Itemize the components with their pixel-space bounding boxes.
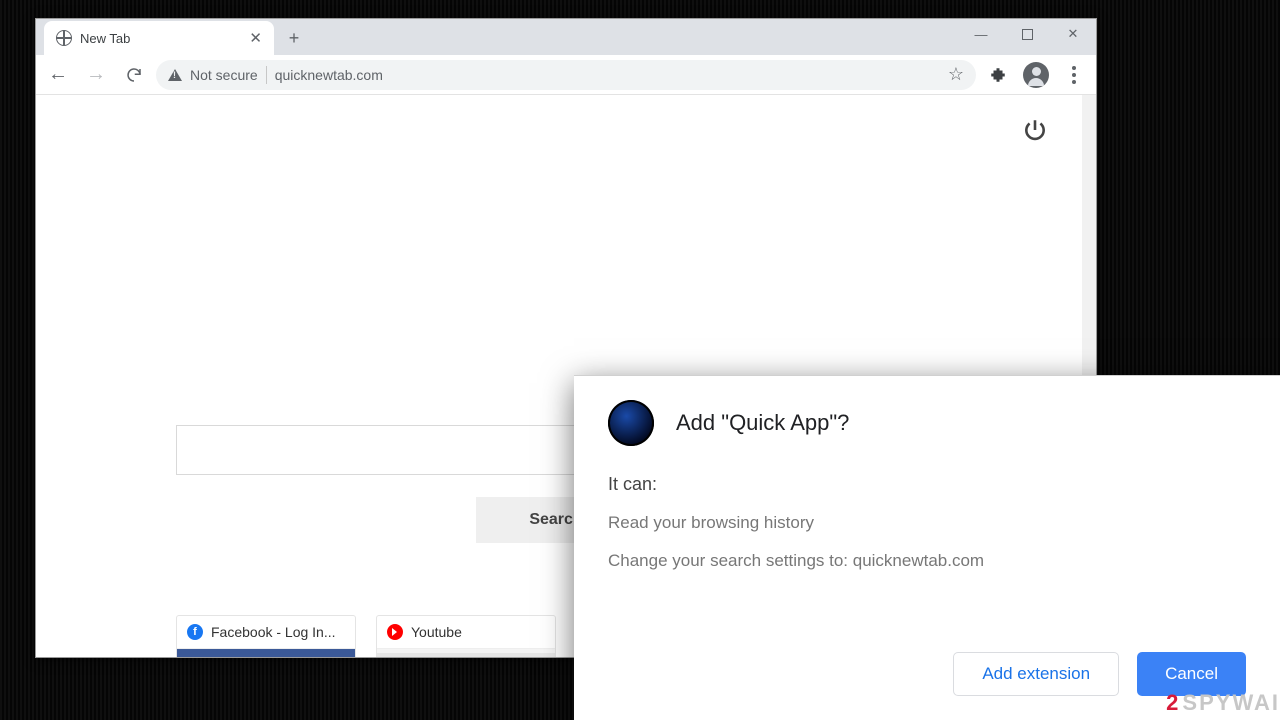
extension-install-dialog: Add "Quick App"? It can: Read your brows… <box>574 375 1280 720</box>
quicklinks: f Facebook - Log In... Youtube <box>176 615 636 657</box>
forward-button[interactable]: → <box>80 59 112 91</box>
dialog-permission: Change your search settings to: quicknew… <box>608 551 1246 571</box>
quicklink-preview <box>377 649 555 657</box>
tab-close-icon[interactable]: ✕ <box>249 29 262 47</box>
quicklink-label: Youtube <box>411 624 462 640</box>
watermark-text: SPYWAI <box>1182 690 1280 716</box>
address-bar[interactable]: Not secure quicknewtab.com ☆ <box>156 60 976 90</box>
browser-tab[interactable]: New Tab ✕ <box>44 21 274 55</box>
window-close-button[interactable]: ✕ <box>1050 19 1096 49</box>
tab-title: New Tab <box>80 31 130 46</box>
globe-icon <box>56 30 72 46</box>
menu-dots-icon <box>1072 66 1076 84</box>
window-maximize-button[interactable] <box>1004 19 1050 49</box>
quicklink-preview <box>177 649 355 657</box>
quicklink-youtube[interactable]: Youtube <box>376 615 556 657</box>
watermark-two: 2 <box>1166 690 1180 716</box>
titlebar: New Tab ✕ + — ✕ <box>36 19 1096 55</box>
add-extension-button[interactable]: Add extension <box>953 652 1119 696</box>
menu-button[interactable] <box>1058 59 1090 91</box>
new-tab-button[interactable]: + <box>280 24 308 52</box>
window-controls: — ✕ <box>958 19 1096 49</box>
insecure-label: Not secure <box>190 67 258 83</box>
url-text: quicknewtab.com <box>275 67 383 83</box>
quicklink-label: Facebook - Log In... <box>211 624 336 640</box>
facebook-icon: f <box>187 624 203 640</box>
dialog-actions: Add extension Cancel <box>608 652 1246 696</box>
quicklink-facebook[interactable]: f Facebook - Log In... <box>176 615 356 657</box>
dialog-permission: Read your browsing history <box>608 513 1246 533</box>
profile-avatar[interactable] <box>1020 59 1052 91</box>
bookmark-star-icon[interactable]: ☆ <box>948 64 964 85</box>
reload-button[interactable] <box>118 59 150 91</box>
window-minimize-button[interactable]: — <box>958 19 1004 49</box>
dialog-itcan-label: It can: <box>608 474 1246 495</box>
back-button[interactable]: ← <box>42 59 74 91</box>
youtube-icon <box>387 624 403 640</box>
power-icon[interactable] <box>1022 117 1048 143</box>
omnibox-divider <box>266 66 267 84</box>
insecure-icon <box>168 69 182 81</box>
extensions-icon[interactable] <box>982 59 1014 91</box>
toolbar: ← → Not secure quicknewtab.com ☆ <box>36 55 1096 95</box>
dialog-title: Add "Quick App"? <box>676 410 849 436</box>
extension-app-icon <box>608 400 654 446</box>
scrollbar-thumb[interactable] <box>1082 95 1096 265</box>
watermark: 2 SPYWAI <box>1166 690 1280 716</box>
